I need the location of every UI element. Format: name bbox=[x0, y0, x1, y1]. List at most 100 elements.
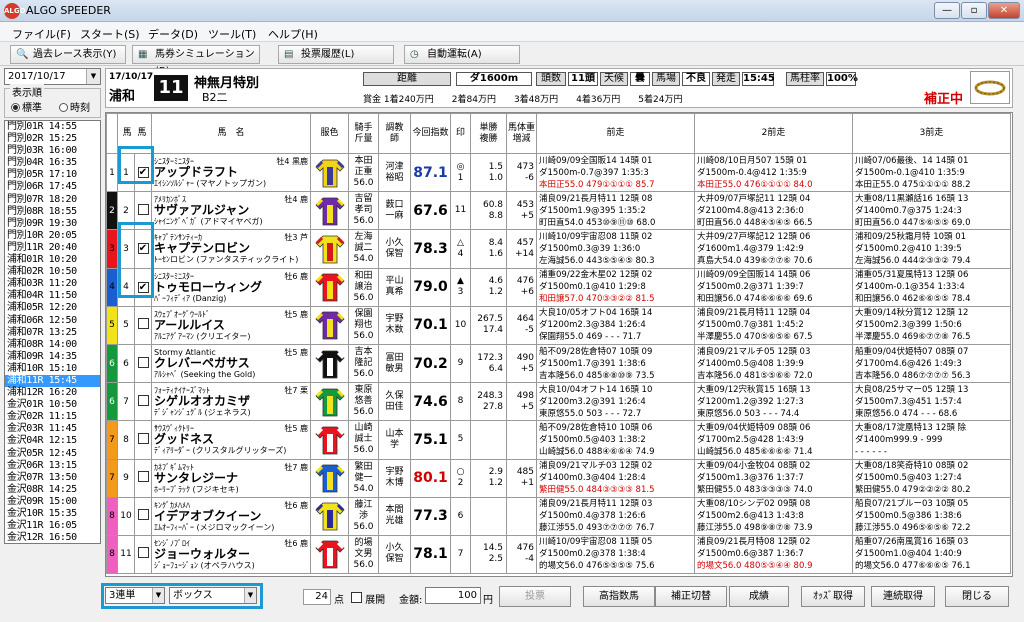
past-race-button[interactable]: 🔍 過去レース表示(Y) bbox=[10, 45, 126, 64]
horse-name-cell[interactable]: ｱﾒﾘｶﾝﾎﾞｽ 牡4 鹿 サヴァアルジャン ｼｬｲﾆﾝｸﾞﾍﾞｶﾞ (アドマイヤ… bbox=[151, 191, 312, 231]
past-race-p2[interactable]: 大重09/04小金牧04 08頭 02 ダ1500m1.3@376 1:37:7 繁… bbox=[694, 458, 854, 498]
menu-data[interactable]: データ(D) bbox=[148, 26, 198, 42]
race-list-item[interactable]: 浦和06R 12:50 bbox=[5, 315, 100, 327]
horse-name-cell[interactable]: ｶﾈﾌﾞｷﾞﾑﾏｯﾄ 牡7 鹿 サンタレジーナ ﾎｰﾘｰﾌﾞﾗｯｸ (フジキセキ) bbox=[151, 458, 312, 498]
past-race-p2[interactable]: 大重09/12宍秋賞15 16頭 13 ダ1200m1.2@392 1:27:3 東… bbox=[694, 382, 854, 422]
past-race-p1[interactable]: 船不09/28佐倉特10 10頭 06 ダ1500m0.5@403 1:38:2 山… bbox=[536, 420, 696, 460]
race-list-item[interactable]: 浦和01R 10:20 bbox=[5, 254, 100, 266]
past-race-p2[interactable]: 浦良09/21長月特08 12頭 02 ダ1500m0.6@387 1:36:7 的… bbox=[694, 534, 854, 575]
horse-name-cell[interactable]: ｻｳｽｳﾞｨｸﾄﾘｰ 牡5 鹿 グッドネス ﾃﾞｨｱﾘｰﾀﾞｰ (クリスタルグリッ… bbox=[151, 420, 312, 460]
select-checkbox[interactable] bbox=[133, 534, 153, 575]
get-odds-button[interactable]: ｵｯｽﾞ取得 bbox=[801, 586, 865, 607]
tenkai-checkbox[interactable]: 展開 bbox=[351, 591, 385, 606]
horse-name-cell[interactable]: ﾌｫｰﾃｨﾅｲﾅｰｽﾞﾏｯﾄ 牡7 栗 シゲルオオカミザ ﾃﾞｼﾞｬﾝｼﾞｭｸﾞﾙ… bbox=[151, 382, 312, 422]
date-select[interactable]: 2017/10/17 ▼ bbox=[4, 68, 101, 85]
race-list-item[interactable]: 浦和02R 10:50 bbox=[5, 266, 100, 278]
race-list-item[interactable]: 浦和05R 12:20 bbox=[5, 302, 100, 314]
race-list-item[interactable]: 金沢02R 11:15 bbox=[5, 411, 100, 423]
mark-cell[interactable]: 11 bbox=[450, 191, 472, 231]
past-race-p3[interactable]: 船重07/26南風賞16 16頭 03 ダ1500m1.0@404 1:40:9 的… bbox=[852, 534, 1012, 575]
past-race-p1[interactable]: 浦良09/21マルチ03 12頭 02 ダ1400m0.3@404 1:28:4 繁… bbox=[536, 458, 696, 498]
select-checkbox[interactable] bbox=[133, 382, 153, 422]
mark-cell[interactable]: 7 bbox=[450, 534, 472, 575]
past-race-p2[interactable]: 大井09/27戸塚記12 12頭 06 ダ1600m1.4@379 1:42:9 真… bbox=[694, 229, 854, 269]
horse-name-cell[interactable]: ｽｳｪﾌﾞｵｰｸﾞｳｰﾙﾄﾞ 牡5 鹿 アールルイス ｱﾙﾆｱｸﾞｱｰﾏﾝ (クリ… bbox=[151, 305, 312, 345]
race-list-item[interactable]: 門別11R 20:40 bbox=[5, 242, 100, 254]
race-list-item[interactable]: 浦和03R 11:20 bbox=[5, 278, 100, 290]
minimize-button[interactable]: — bbox=[934, 2, 960, 19]
race-list-item[interactable]: 金沢10R 15:35 bbox=[5, 508, 100, 520]
horse-name-cell[interactable]: ｾﾝｼﾞﾉﾌﾞﾛｲ 牡6 鹿 ジョーウォルター ｼﾞｮｰﾌｭｰｼﾞｮﾝ (オペラハ… bbox=[151, 534, 312, 575]
past-race-p2[interactable]: 川崎08/10日月507 15頭 01 ダ1500m-0.4@412 1:35:9… bbox=[694, 152, 854, 193]
race-list-item[interactable]: 門別08R 18:55 bbox=[5, 206, 100, 218]
race-list-item[interactable]: 金沢12R 16:50 bbox=[5, 532, 100, 543]
horse-row[interactable]: 6 7 ﾌｫｰﾃｨﾅｲﾅｰｽﾞﾏｯﾄ 牡7 栗 シゲルオオカミザ ﾃﾞｼﾞｬﾝｼﾞ… bbox=[106, 382, 1012, 422]
select-checkbox[interactable] bbox=[133, 420, 153, 460]
race-list-item[interactable]: 浦和07R 13:25 bbox=[5, 327, 100, 339]
mark-cell[interactable]: 6 bbox=[450, 496, 472, 536]
horse-row[interactable]: 7 9 ｶﾈﾌﾞｷﾞﾑﾏｯﾄ 牡7 鹿 サンタレジーナ ﾎｰﾘｰﾌﾞﾗｯｸ (フジ… bbox=[106, 458, 1012, 498]
horse-row[interactable]: 7 8 ｻｳｽｳﾞｨｸﾄﾘｰ 牡5 鹿 グッドネス ﾃﾞｨｱﾘｰﾀﾞｰ (クリスタ… bbox=[106, 420, 1012, 460]
past-race-p2[interactable]: 浦良09/21マルチ05 12頭 03 ダ1400m0.5@408 1:39:9 吉… bbox=[694, 343, 854, 384]
mark-cell[interactable]: ◎ 1 bbox=[450, 152, 472, 193]
select-checkbox[interactable] bbox=[133, 305, 153, 345]
horse-name-cell[interactable]: Stormy Atlantic 牡5 鹿 クレバーペガサス ｱﾙｼｬﾍﾞ (See… bbox=[151, 343, 312, 384]
horse-row[interactable]: 3 3 ✔ ｷｬﾌﾟﾃﾝｻﾝﾃｨｰｶ 牡3 芦 キャプテンロビン ﾄｰｾﾝロビン … bbox=[106, 229, 1012, 269]
past-race-p1[interactable]: 川崎10/09宇宙忍08 11頭 05 ダ1500m0.2@378 1:38:4 的… bbox=[536, 534, 696, 575]
race-list-item[interactable]: 門別04R 16:35 bbox=[5, 157, 100, 169]
vote-button[interactable]: 投票 bbox=[499, 586, 571, 607]
race-list-item[interactable]: 門別07R 18:20 bbox=[5, 194, 100, 206]
past-race-p3[interactable]: 大重08/18笑奇特10 08頭 02 ダ1500m0.5@403 1:27:4 繁… bbox=[852, 458, 1012, 498]
order-standard-option[interactable]: 標準 bbox=[11, 99, 42, 114]
mark-cell[interactable]: ▲ 3 bbox=[450, 267, 472, 307]
horse-row[interactable]: 4 4 ✔ ｼﾆｽﾀｰﾐﾆｽﾀｰ 牡6 鹿 トゥモローウィング ﾊﾞｰﾌｨﾃﾞｨｱ… bbox=[106, 267, 1012, 307]
horse-row[interactable]: 8 10 ｷﾝｸﾞｶﾒﾊﾒﾊ 牡6 鹿 イデアオブクイーン ｴﾑｵｰﾌｨｰﾊﾞｰ … bbox=[106, 496, 1012, 536]
past-race-p3[interactable]: 川崎07/06最後、14 14頭 01 ダ1500m-0.1@410 1:35:9… bbox=[852, 152, 1012, 193]
past-race-p1[interactable]: 浦良09/21長月特11 12頭 08 ダ1500m1.9@395 1:35:2 町… bbox=[536, 191, 696, 231]
race-list-item[interactable]: 金沢08R 14:25 bbox=[5, 484, 100, 496]
horse-name-cell[interactable]: ｼﾆｽﾀｰﾐﾆｽﾀｰ 牡6 鹿 トゥモローウィング ﾊﾞｰﾌｨﾃﾞｨｱ (Danz… bbox=[151, 267, 312, 307]
horse-row[interactable]: 5 5 ｽｳｪﾌﾞｵｰｸﾞｳｰﾙﾄﾞ 牡5 鹿 アールルイス ｱﾙﾆｱｸﾞｱｰﾏﾝ… bbox=[106, 305, 1012, 345]
race-list-item[interactable]: 門別02R 15:25 bbox=[5, 133, 100, 145]
race-list-item[interactable]: 金沢05R 12:45 bbox=[5, 448, 100, 460]
horse-row[interactable]: 1 1 ✔ ｼﾆｽﾀｰﾐﾆｽﾀｰ 牡4 黒鹿 アップドラフト ｴｲｼﾝｿﾙｼﾞｬｰ… bbox=[106, 152, 1012, 193]
past-race-p3[interactable]: 浦和09/25秋霜月特 10頭 01 ダ1500m0.2@410 1:39:5 左海… bbox=[852, 229, 1012, 269]
past-race-p3[interactable]: 船重09/04伏姫特07 08頭 07 ダ1700m4.6@426 1:49:3 吉… bbox=[852, 343, 1012, 384]
race-list-item[interactable]: 門別01R 14:55 bbox=[5, 121, 100, 133]
horse-row[interactable]: 6 6 Stormy Atlantic 牡5 鹿 クレバーペガサス ｱﾙｼｬﾍﾞ … bbox=[106, 343, 1012, 384]
race-list-item[interactable]: 金沢09R 15:00 bbox=[5, 496, 100, 508]
mark-cell[interactable]: 8 bbox=[450, 382, 472, 422]
race-list-item[interactable]: 門別06R 17:45 bbox=[5, 181, 100, 193]
race-list-item[interactable]: 門別03R 16:00 bbox=[5, 145, 100, 157]
race-list-item[interactable]: 門別09R 19:30 bbox=[5, 218, 100, 230]
past-race-p3[interactable]: 大重08/17淀凰特13 12頭 除ダ1400m999.9 - 999- - -… bbox=[852, 420, 1012, 460]
mark-cell[interactable]: △ 4 bbox=[450, 229, 472, 269]
correction-toggle-button[interactable]: 補正切替 bbox=[655, 586, 727, 607]
race-list-item[interactable]: 浦和11R 15:45 bbox=[5, 374, 100, 388]
past-race-p3[interactable]: 大良08/25サマー05 12頭 13 ダ1500m7.3@451 1:57:4 東… bbox=[852, 382, 1012, 422]
race-list-item[interactable]: 金沢11R 16:05 bbox=[5, 520, 100, 532]
select-checkbox[interactable] bbox=[133, 343, 153, 384]
past-race-p1[interactable]: 浦良09/21長月特11 12頭 03 ダ1500m0.4@378 1:26:6 藤… bbox=[536, 496, 696, 536]
past-race-p2[interactable]: 浦良09/21長月特11 12頭 04 ダ1500m0.7@381 1:45:2 半… bbox=[694, 305, 854, 345]
horse-name-cell[interactable]: ｷﾝｸﾞｶﾒﾊﾒﾊ 牡6 鹿 イデアオブクイーン ｴﾑｵｰﾌｨｰﾊﾞｰ (メジロマ… bbox=[151, 496, 312, 536]
race-list[interactable]: 門別01R 14:55 門別02R 15:25 門別03R 16:00 門別04R 1… bbox=[4, 120, 101, 544]
amount-input[interactable]: 100 bbox=[425, 587, 481, 604]
auto-run-button[interactable]: ◷ 自動運転(A) bbox=[404, 45, 520, 64]
menu-tools[interactable]: ツール(T) bbox=[208, 26, 256, 42]
order-time-option[interactable]: 時刻 bbox=[59, 99, 90, 114]
continuous-get-button[interactable]: 連続取得 bbox=[871, 586, 935, 607]
simulation-button[interactable]: ▦馬券シミュレーション(B) bbox=[132, 45, 260, 77]
race-list-item[interactable]: 浦和12R 16:20 bbox=[5, 387, 100, 399]
menu-start[interactable]: スタート(S) bbox=[80, 26, 140, 42]
mark-cell[interactable]: 9 bbox=[450, 343, 472, 384]
close-button[interactable]: ✕ bbox=[988, 2, 1020, 19]
past-race-p1[interactable]: 大良10/05オフト04 16頭 14 ダ1200m2.3@384 1:26:4 保… bbox=[536, 305, 696, 345]
close-window-button[interactable]: 閉じる bbox=[945, 586, 1009, 607]
race-list-item[interactable]: 金沢01R 10:50 bbox=[5, 399, 100, 411]
horse-row[interactable]: 2 2 ｱﾒﾘｶﾝﾎﾞｽ 牡4 鹿 サヴァアルジャン ｼｬｲﾆﾝｸﾞﾍﾞｶﾞ (ア… bbox=[106, 191, 1012, 231]
vote-history-button[interactable]: ▤ 投票履歴(L) bbox=[278, 45, 394, 64]
race-list-item[interactable]: 浦和10R 15:10 bbox=[5, 363, 100, 375]
past-race-p2[interactable]: 大井09/07戸塚記11 12頭 04 ダ2100m4.8@413 2:36:0 町… bbox=[694, 191, 854, 231]
past-race-p1[interactable]: 川崎09/09全国販14 14頭 01 ダ1500m-0.7@397 1:35:3… bbox=[536, 152, 696, 193]
